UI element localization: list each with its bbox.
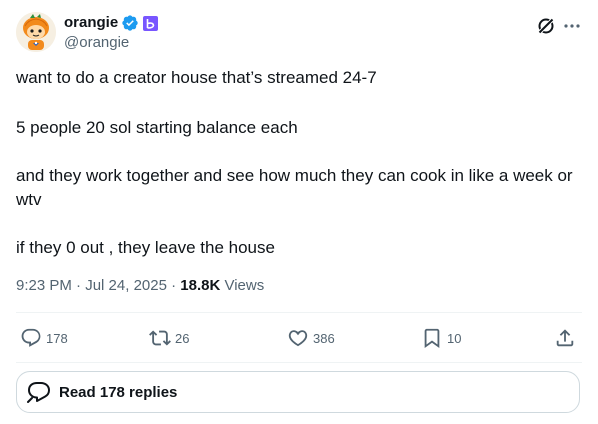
- divider: [16, 362, 582, 363]
- avatar[interactable]: [16, 12, 56, 52]
- read-replies-button[interactable]: Read 178 replies: [16, 371, 580, 413]
- tweet-card: orangie @orangie want to do a creator ho…: [0, 0, 598, 424]
- repost-button[interactable]: 26: [149, 326, 189, 350]
- more-horizontal-icon[interactable]: [562, 16, 582, 36]
- tweet-paragraph: want to do a creator house that’s stream…: [16, 68, 377, 87]
- repost-icon: [149, 330, 171, 346]
- read-replies-label: Read 178 replies: [59, 383, 178, 401]
- divider: [16, 312, 582, 313]
- share-button[interactable]: [554, 326, 576, 350]
- name-row: orangie: [64, 13, 159, 33]
- views-count: 18.8K: [180, 277, 221, 294]
- tweet-paragraph: 5 people 20 sol starting balance each: [16, 118, 298, 137]
- tweet-date[interactable]: Jul 24, 2025: [85, 277, 167, 294]
- heart-icon: [288, 330, 308, 347]
- affiliate-badge-icon[interactable]: [143, 15, 159, 31]
- tweet-time[interactable]: 9:23 PM: [16, 277, 72, 294]
- tweet-paragraph: and they work together and see how much …: [16, 166, 573, 209]
- tweet-metadata: 9:23 PM · Jul 24, 2025 · 18.8K Views: [16, 276, 264, 296]
- reply-button[interactable]: 178: [20, 326, 68, 350]
- reply-bubble-icon: [27, 382, 50, 403]
- verified-badge-icon[interactable]: [121, 14, 139, 32]
- display-name[interactable]: orangie: [64, 13, 118, 33]
- views-label: Views: [220, 277, 265, 294]
- bookmark-count: 10: [447, 330, 462, 346]
- like-count: 386: [313, 330, 335, 346]
- reply-icon: [21, 328, 41, 347]
- handle[interactable]: @orangie: [64, 33, 158, 53]
- bookmark-icon: [424, 328, 440, 349]
- action-bar: 178 26 386 10: [16, 326, 582, 350]
- author-info: orangie @orangie: [64, 13, 159, 53]
- bookmark-button[interactable]: 10: [421, 326, 461, 350]
- reply-count: 178: [46, 330, 68, 346]
- meta-separator: ·: [71, 277, 86, 294]
- grok-icon[interactable]: [536, 16, 556, 36]
- like-button[interactable]: 386: [287, 326, 335, 350]
- share-icon: [556, 329, 574, 347]
- tweet-header: orangie @orangie: [16, 12, 582, 54]
- pumpkin-character-icon: [16, 12, 56, 52]
- tweet-paragraph: if they 0 out , they leave the house: [16, 238, 275, 257]
- repost-count: 26: [175, 330, 190, 346]
- meta-separator: ·: [166, 277, 181, 294]
